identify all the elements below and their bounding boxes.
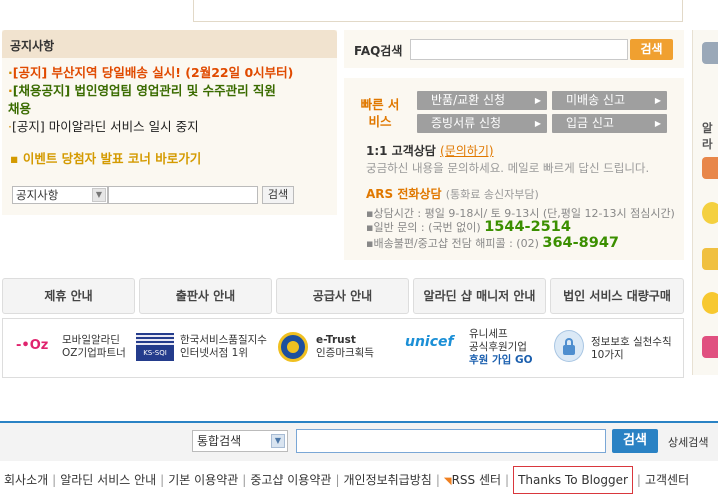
- cs-title: 1:1 고객상담 (문의하기): [366, 144, 494, 158]
- receipt-request-button[interactable]: 증빙서류 신청 ▶: [417, 114, 547, 133]
- notice-search-select[interactable]: 공지사항 ▼: [12, 186, 108, 204]
- footer-link-company[interactable]: 회사소개: [4, 473, 48, 487]
- triangle-right-icon: ▶: [654, 119, 661, 128]
- faq-search-input[interactable]: [410, 39, 628, 60]
- notice-search-button[interactable]: 검색: [262, 186, 294, 204]
- undelivered-report-button[interactable]: 미배송 신고 ▶: [552, 91, 667, 110]
- triangle-right-icon: ▶: [534, 96, 541, 105]
- notice-item-1[interactable]: ·[공지] 부산지역 당일배송 실시! (2월22일 0시부터): [8, 64, 333, 82]
- partner-oz-text: 모바일알라딘 OZ기업파트너: [62, 334, 126, 359]
- book-icon[interactable]: [702, 157, 718, 179]
- detail-search-link[interactable]: 상세검색: [668, 434, 708, 450]
- faq-label: FAQ검색: [354, 44, 403, 58]
- quick-service-label: 빠른 서비스: [360, 97, 400, 129]
- footer-link-service[interactable]: 알라딘 서비스 안내: [60, 473, 156, 487]
- notice-item-3[interactable]: ·[공지] 마이알라딘 서비스 일시 중지: [8, 118, 333, 136]
- notice-search-input[interactable]: [108, 186, 258, 204]
- tab-supplier[interactable]: 공급사 안내: [276, 278, 409, 314]
- banner-thumb-icon[interactable]: [702, 42, 718, 64]
- partner-kssqi-text: 한국서비스품질지수 인터넷서점 1위: [180, 334, 267, 359]
- tab-shop-manager[interactable]: 알라딘 샵 매니저 안내: [413, 278, 546, 314]
- etrust-logo[interactable]: [278, 332, 308, 362]
- cs-inquiry-link[interactable]: (문의하기): [440, 144, 494, 158]
- rss-icon: ◥: [443, 476, 452, 487]
- footer-link-terms[interactable]: 기본 이용약관: [168, 473, 238, 487]
- footer-link-thanks-blogger[interactable]: Thanks To Blogger: [513, 466, 633, 494]
- unicef-logo[interactable]: unicef: [405, 334, 454, 350]
- triangle-right-icon: ▶: [654, 96, 661, 105]
- footer-search-input[interactable]: [296, 429, 606, 453]
- kssqi-logo[interactable]: KS-SQI: [136, 333, 174, 361]
- footer-link-rss[interactable]: RSS 센터: [452, 473, 501, 487]
- chevron-down-icon: ▼: [271, 434, 285, 448]
- footer-link-privacy[interactable]: 개인정보취급방침: [343, 473, 431, 487]
- lock-icon[interactable]: [554, 330, 584, 362]
- notice-item-2[interactable]: ·[채용공지] 법인영업팀 영업관리 및 수주관리 직원: [8, 82, 333, 100]
- tab-affiliate[interactable]: 제휴 안내: [2, 278, 135, 314]
- return-exchange-button[interactable]: 반품/교환 신청 ▶: [417, 91, 547, 110]
- tab-publisher[interactable]: 출판사 안내: [139, 278, 272, 314]
- footer-link-customer-center[interactable]: 고객센터: [645, 473, 689, 487]
- ars-title: ARS 전화상담 (통화료 송신자부담): [366, 187, 539, 201]
- faq-search-button[interactable]: 검색: [630, 39, 673, 60]
- chevron-down-icon: ▼: [92, 188, 106, 202]
- cs-description: 궁금하신 내용을 문의하세요. 메일로 빠르게 답신 드립니다.: [366, 161, 650, 175]
- sun-icon[interactable]: [702, 292, 718, 314]
- footer-link-used-terms[interactable]: 중고샵 이용약관: [250, 473, 331, 487]
- triangle-right-icon: ▶: [534, 119, 541, 128]
- footer-search-select[interactable]: 통합검색 ▼: [192, 430, 288, 452]
- notice-title: 공지사항: [10, 39, 55, 53]
- gift-icon[interactable]: [702, 248, 718, 270]
- right-strip-label: 알라: [702, 121, 713, 151]
- oz-logo[interactable]: -•Oz: [16, 338, 48, 353]
- partner-unicef-text: 유니세프 공식후원기업 후원 가입 GO: [469, 328, 533, 366]
- ars-happycall: ▪배송불편/중고샵 전담 해피콜 : (02) 364-8947: [366, 235, 620, 251]
- top-content-box: [193, 0, 683, 22]
- footer-search-button[interactable]: 검색: [612, 429, 658, 453]
- event-winner-link[interactable]: ▪ 이벤트 당첨자 발표 코너 바로가기: [10, 148, 201, 167]
- tab-corporate[interactable]: 법인 서비스 대량구매: [550, 278, 684, 314]
- partner-etrust-text: e-Trust 인증마크획득: [316, 334, 374, 359]
- deposit-report-button[interactable]: 입금 신고 ▶: [552, 114, 667, 133]
- ars-general: ▪일반 문의 : (국번 없이) 1544-2514: [366, 219, 571, 235]
- partner-security-text: 정보보호 실천수칙 10가지: [591, 336, 672, 361]
- tt-icon[interactable]: [702, 336, 718, 358]
- notice-item-2-cont[interactable]: 채용: [8, 100, 333, 118]
- footer-links: 회사소개 | 알라딘 서비스 안내 | 기본 이용약관 | 중고샵 이용약관 | 개인정보취급방…: [4, 466, 689, 494]
- coin-icon[interactable]: [702, 202, 718, 224]
